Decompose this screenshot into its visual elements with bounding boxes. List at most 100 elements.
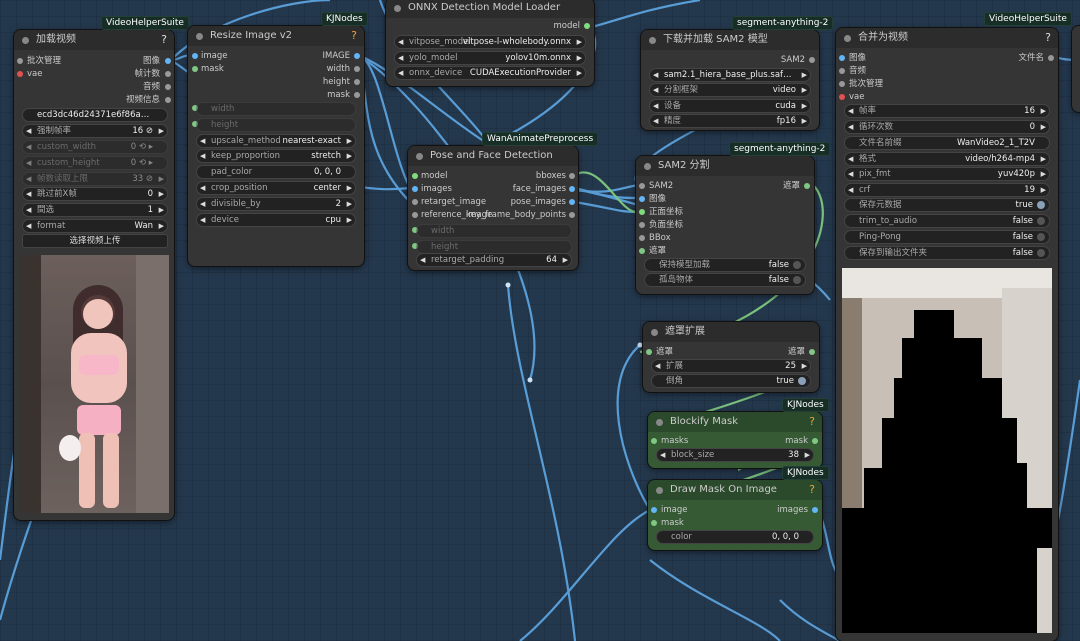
select-nth-widget[interactable]: ◀ 間选 1 ▶ — [22, 203, 168, 217]
sam2-loader-node[interactable]: 下载并加载 SAM2 模型 SAM2 ◀ sam2.1_hiera_base_pl… — [641, 30, 819, 130]
precision-widget[interactable]: ◀ 精度 fp16 ▶ — [649, 114, 811, 128]
input-socket-icon[interactable] — [639, 248, 645, 254]
output-socket-icon[interactable] — [569, 173, 575, 179]
skip-first-widget[interactable]: ◀ 跳过前X帧 0 ▶ — [22, 187, 168, 201]
height-input[interactable]: height — [196, 118, 356, 132]
onnx-loader-node[interactable]: ONNX Detection Model Loader model ◀ vitpo… — [386, 0, 594, 86]
output-socket-icon[interactable] — [809, 57, 815, 63]
expand-widget[interactable]: ◀ 扩展 25 ▶ — [651, 359, 811, 373]
node-title-bar[interactable]: 合并为视频? — [836, 28, 1058, 48]
force-rate-widget[interactable]: ◀ 强制帧率 16 ⊘ ▶ — [22, 124, 168, 138]
onnx-device-widget[interactable]: ◀ onnx_device CUDAExecutionProvider ▶ — [394, 66, 586, 80]
help-icon[interactable]: ? — [1045, 28, 1051, 48]
output-socket-icon[interactable] — [812, 507, 818, 513]
divisible-by-widget[interactable]: ◀ divisible_by 2 ▶ — [196, 197, 356, 211]
input-socket-icon[interactable] — [412, 212, 418, 218]
collapse-dot-icon[interactable] — [656, 487, 663, 494]
load-video-node[interactable]: 加载视频? 批次管理 vae 图像 帧计数 音频 视频信息 ecd3dc46d2… — [14, 30, 174, 520]
output-socket-icon[interactable] — [809, 349, 815, 355]
pix-fmt-widget[interactable]: ◀ pix_fmt yuv420p ▶ — [844, 167, 1050, 181]
draw-mask-node[interactable]: Draw Mask On Image? image mask images co… — [648, 480, 822, 550]
graph-canvas[interactable]: 加载视频? 批次管理 vae 图像 帧计数 音频 视频信息 ecd3dc46d2… — [0, 0, 1080, 641]
input-socket-icon[interactable] — [651, 438, 657, 444]
loop-count-widget[interactable]: ◀ 循环次数 0 ▶ — [844, 120, 1050, 134]
vitpose-model-widget[interactable]: ◀ vitpose_model vitpose-l-wholebody.onnx ▶ — [394, 35, 586, 49]
ping-pong-toggle[interactable]: Ping-Pong false — [844, 230, 1050, 244]
input-socket-icon[interactable] — [412, 199, 418, 205]
yolo-model-widget[interactable]: ◀ yolo_model yolov10m.onnx ▶ — [394, 51, 586, 65]
output-socket-icon[interactable] — [569, 212, 575, 218]
segmentor-widget[interactable]: ◀ 分割框架 video ▶ — [649, 83, 811, 97]
node-title-bar[interactable]: 加载视频? — [14, 30, 174, 50]
input-socket-icon[interactable] — [839, 94, 845, 100]
format-widget[interactable]: ◀ format Wan ▶ — [22, 219, 168, 233]
help-icon[interactable]: ? — [351, 26, 357, 46]
crf-widget[interactable]: ◀ crf 19 ▶ — [844, 183, 1050, 197]
frame-cap-widget[interactable]: ◀ 帧数读取上限 33 ⊘ ▶ — [22, 172, 168, 186]
output-socket-icon[interactable] — [165, 84, 171, 90]
output-socket-icon[interactable] — [812, 438, 818, 444]
keep-model-loaded-toggle[interactable]: 保持模型加载 false — [644, 258, 806, 272]
input-socket-icon[interactable] — [651, 520, 657, 526]
sam2-device-widget[interactable]: ◀ 设备 cuda ▶ — [649, 99, 811, 113]
node-title-bar[interactable]: Resize Image v2? — [188, 26, 364, 46]
mask-color-widget[interactable]: color 0, 0, 0 — [656, 530, 814, 544]
block-size-widget[interactable]: ◀ block_size 38 ▶ — [656, 448, 814, 462]
node-title-bar[interactable]: Draw Mask On Image? — [648, 480, 822, 500]
input-socket-icon[interactable] — [412, 186, 418, 192]
width-input[interactable]: width — [196, 102, 356, 116]
offscreen-node[interactable] — [1072, 26, 1080, 112]
filename-prefix-widget[interactable]: 文件名前缀 WanVideo2_1_T2V — [844, 136, 1050, 150]
help-icon[interactable]: ? — [809, 480, 815, 500]
video-select[interactable]: ecd3dc46d24371e6f86a5d9 ... — [22, 108, 168, 122]
node-title-bar[interactable]: 遮罩扩展 — [643, 322, 819, 342]
custom-height-widget[interactable]: ◀ custom_height 0 ⟲ ▸ — [22, 156, 168, 170]
save-metadata-toggle[interactable]: 保存元数据 true — [844, 198, 1050, 212]
frame-rate-widget[interactable]: ◀ 帧率 16 ▶ — [844, 104, 1050, 118]
tapered-corners-toggle[interactable]: 倒角 true — [651, 374, 811, 388]
input-socket-icon[interactable] — [192, 66, 198, 72]
help-icon[interactable]: ? — [161, 30, 167, 50]
node-title-bar[interactable]: 下载并加载 SAM2 模型 — [641, 30, 819, 50]
collapse-dot-icon[interactable] — [22, 37, 29, 44]
upscale-method-widget[interactable]: ◀ upscale_method nearest-exact ▶ — [196, 134, 356, 148]
collapse-dot-icon[interactable] — [196, 33, 203, 40]
collapse-dot-icon[interactable] — [644, 163, 651, 170]
input-socket-icon[interactable] — [839, 81, 845, 87]
help-icon[interactable]: ? — [809, 412, 815, 432]
individual-objects-toggle[interactable]: 孤岛物体 false — [644, 273, 806, 287]
output-socket-icon[interactable] — [165, 71, 171, 77]
input-socket-icon[interactable] — [646, 349, 652, 355]
blockify-mask-node[interactable]: Blockify Mask? masks mask ◀ block_size 38 ▶ — [648, 412, 822, 468]
output-socket-icon[interactable] — [569, 199, 575, 205]
input-socket-icon[interactable] — [639, 235, 645, 241]
format-widget[interactable]: ◀ 格式 video/h264-mp4 ▶ — [844, 152, 1050, 166]
height-input[interactable]: height — [416, 240, 572, 254]
input-socket-icon[interactable] — [639, 209, 645, 215]
node-title-bar[interactable]: Blockify Mask? — [648, 412, 822, 432]
resize-image-node[interactable]: Resize Image v2? image mask IMAGE width … — [188, 26, 364, 266]
save-output-toggle[interactable]: 保存到输出文件夹 false — [844, 246, 1050, 260]
sam2-segmentation-node[interactable]: SAM2 分割 SAM2 图像 正面坐标 负面坐标 BBox 遮罩 遮罩 保持模… — [636, 156, 814, 294]
custom-width-widget[interactable]: ◀ custom_width 0 ⟲ ▸ — [22, 140, 168, 154]
trim-to-audio-toggle[interactable]: trim_to_audio false — [844, 214, 1050, 228]
input-socket-icon[interactable] — [639, 183, 645, 189]
output-socket-icon[interactable] — [804, 183, 810, 189]
grow-mask-node[interactable]: 遮罩扩展 遮罩 遮罩 ◀ 扩展 25 ▶ 倒角 true — [643, 322, 819, 392]
collapse-dot-icon[interactable] — [656, 419, 663, 426]
collapse-dot-icon[interactable] — [844, 35, 851, 42]
output-socket-icon[interactable] — [354, 66, 360, 72]
collapse-dot-icon[interactable] — [394, 5, 401, 12]
collapse-dot-icon[interactable] — [416, 153, 423, 160]
input-socket-icon[interactable] — [412, 173, 418, 179]
output-socket-icon[interactable] — [354, 53, 360, 59]
pose-face-detection-node[interactable]: Pose and Face Detection model images ret… — [408, 146, 578, 270]
width-input[interactable]: width — [416, 224, 572, 238]
keep-proportion-widget[interactable]: ◀ keep_proportion stretch ▶ — [196, 149, 356, 163]
input-socket-icon[interactable] — [17, 71, 23, 77]
output-socket-icon[interactable] — [569, 186, 575, 192]
input-socket-icon[interactable] — [639, 222, 645, 228]
device-widget[interactable]: ◀ device cpu ▶ — [196, 213, 356, 227]
output-socket-icon[interactable] — [1048, 55, 1054, 61]
video-combine-node[interactable]: 合并为视频? 图像 音频 批次管理 vae 文件名 ◀ 帧率 16 ▶ ◀ 循环次数 0 ▶… — [836, 28, 1058, 641]
